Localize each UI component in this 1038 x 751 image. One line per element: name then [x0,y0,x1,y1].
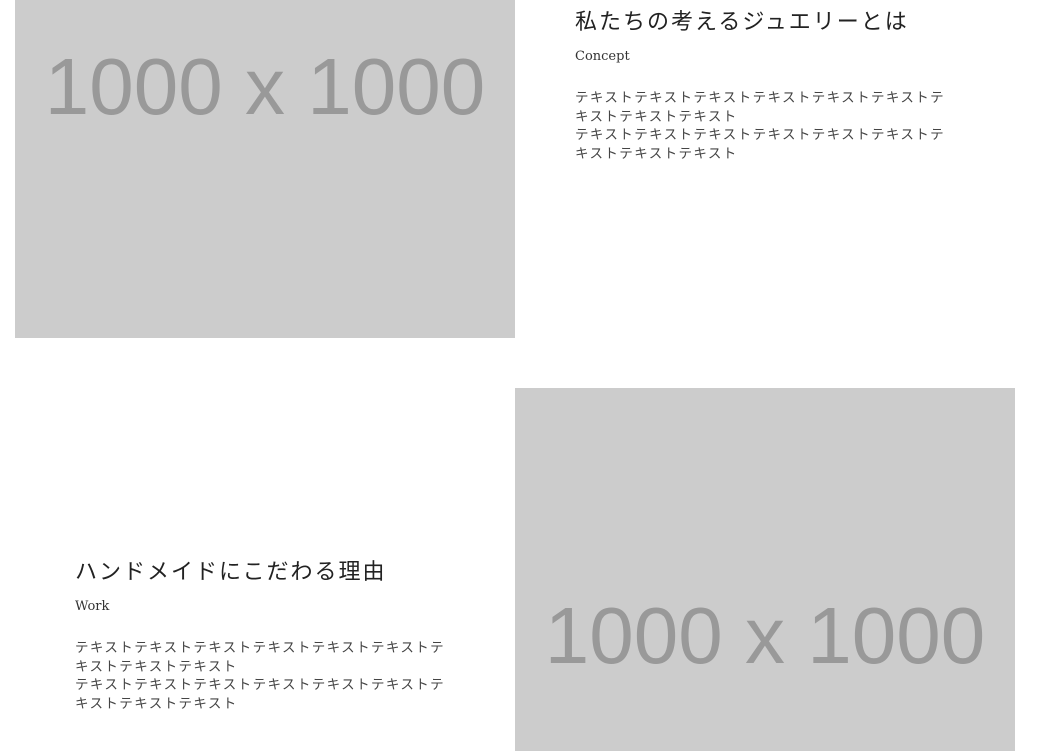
work-image-placeholder: 1000 x 1000 [515,388,1015,751]
work-section: ハンドメイドにこだわる理由 Work テキストテキストテキストテキストテキストテ… [75,558,455,713]
section-subtitle: Work [75,599,110,614]
concept-image-placeholder: 1000 x 1000 [15,0,515,338]
section-subtitle: Concept [575,49,630,64]
body-paragraph: テキストテキストテキストテキストテキストテキストテキストテキストテキスト [575,127,946,162]
body-paragraph: テキストテキストテキストテキストテキストテキストテキストテキストテキスト [575,90,946,125]
section-body: テキストテキストテキストテキストテキストテキストテキストテキストテキスト テキス… [75,639,447,713]
body-paragraph: テキストテキストテキストテキストテキストテキストテキストテキストテキスト [75,677,446,712]
section-body: テキストテキストテキストテキストテキストテキストテキストテキストテキスト テキス… [575,89,947,163]
section-heading: ハンドメイドにこだわる理由 [75,560,387,585]
image-size-label: 1000 x 1000 [544,591,986,680]
body-paragraph: テキストテキストテキストテキストテキストテキストテキストテキストテキスト [75,640,446,675]
concept-section: 私たちの考えるジュエリーとは Concept テキストテキストテキストテキストテ… [575,8,955,163]
image-size-label: 1000 x 1000 [44,42,486,131]
section-heading: 私たちの考えるジュエリーとは [575,10,909,35]
